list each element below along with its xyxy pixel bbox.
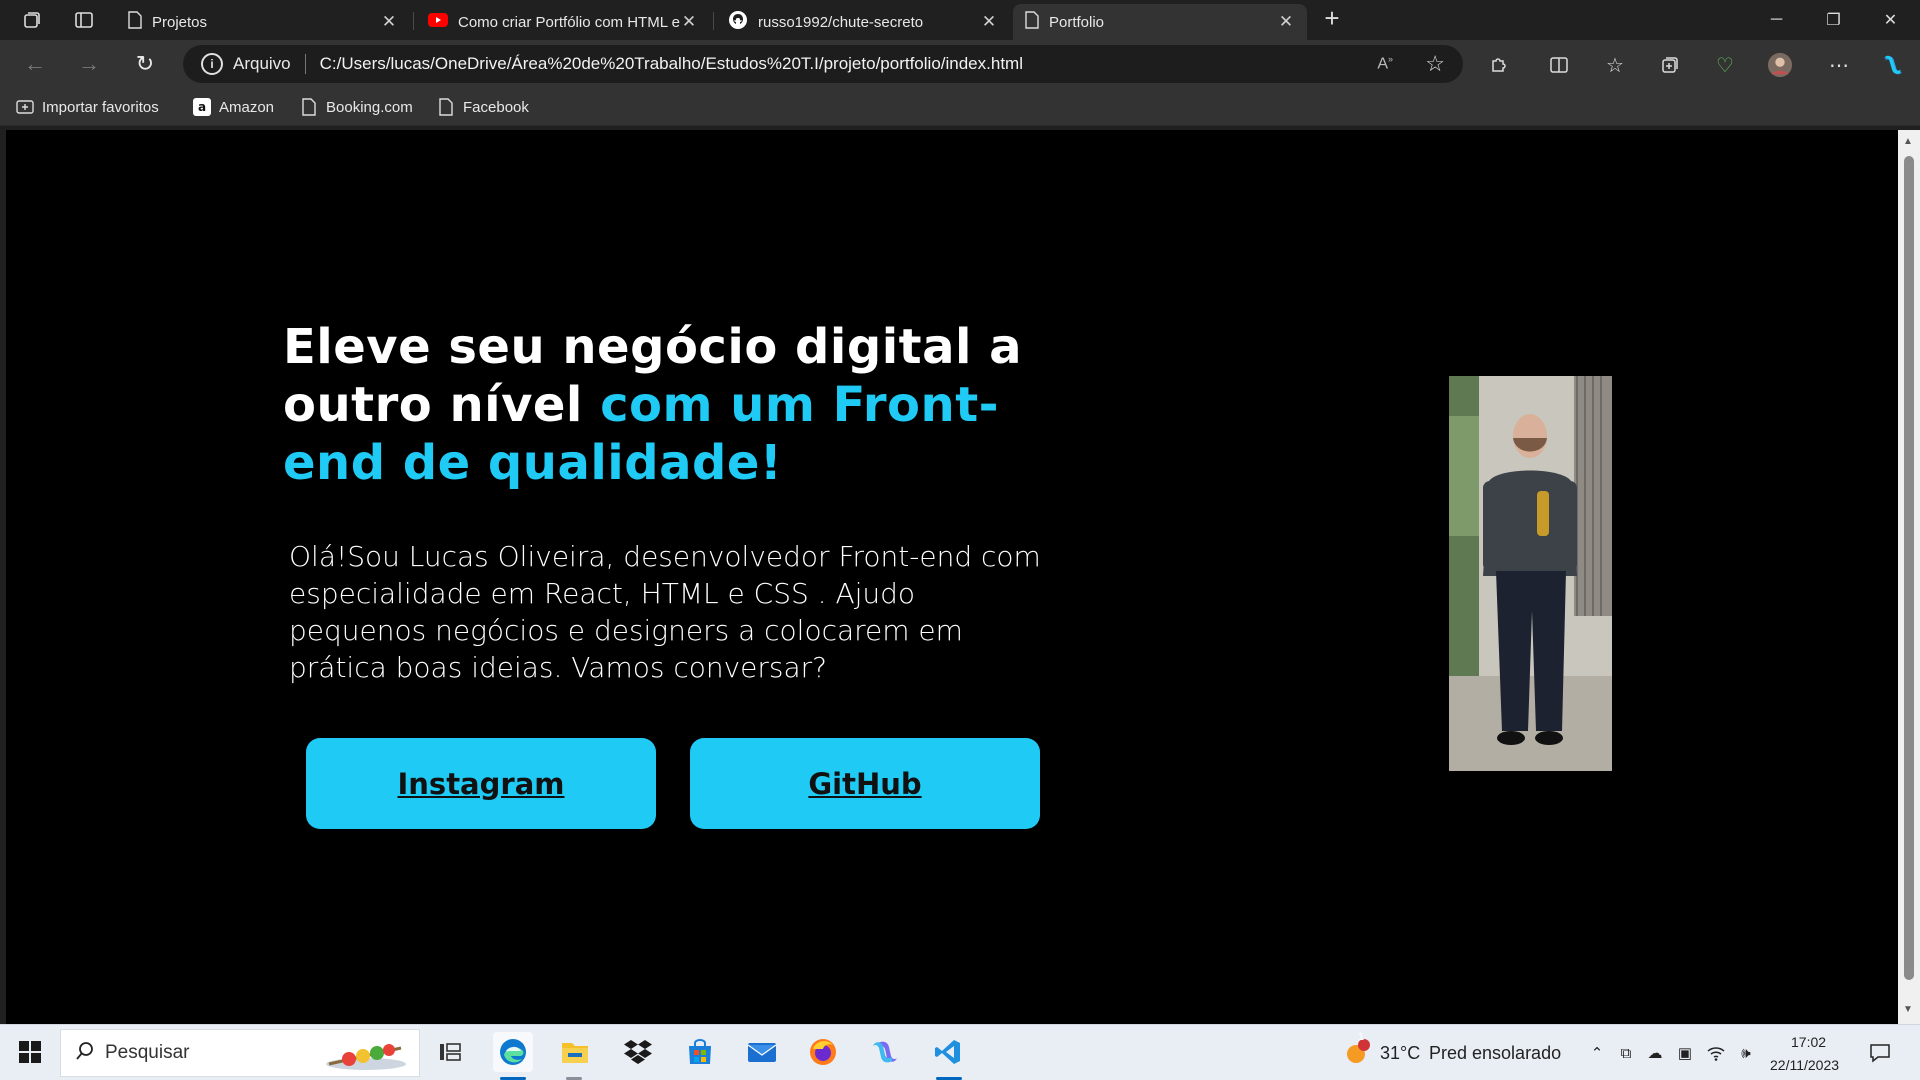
back-button[interactable]: ←: [18, 48, 52, 80]
microsoft-store-icon[interactable]: [680, 1032, 720, 1072]
favorite-label: Facebook: [463, 98, 529, 116]
close-tab-icon[interactable]: ✕: [980, 12, 998, 32]
scheme-label: Arquivo: [233, 54, 291, 73]
minimize-button[interactable]: ─: [1748, 0, 1805, 40]
favorite-label: Booking.com: [326, 98, 413, 116]
favorite-amazon[interactable]: a Amazon: [193, 96, 274, 118]
windows-taskbar: Pesquisar 1 31°C Pred ensolarado ⌃ ⧉ ☁ ▣…: [0, 1024, 1920, 1080]
extensions-icon[interactable]: [1486, 52, 1512, 78]
tab-divider: [413, 12, 414, 30]
close-tab-icon[interactable]: ✕: [380, 12, 398, 32]
weather-description[interactable]: Pred ensolarado: [1429, 1043, 1561, 1064]
weather-icon[interactable]: [1343, 1039, 1371, 1072]
amazon-icon: a: [193, 98, 211, 116]
volume-icon[interactable]: 🕪: [1736, 1043, 1756, 1063]
tab-label: Projetos: [152, 13, 208, 31]
page-icon: [128, 11, 142, 33]
forward-button[interactable]: →: [72, 48, 106, 80]
tab-label: Portfolio: [1049, 13, 1105, 31]
scroll-down-icon[interactable]: ▼: [1903, 1004, 1913, 1015]
workspaces-icon[interactable]: [20, 8, 44, 32]
scroll-up-icon[interactable]: ▲: [1903, 136, 1913, 147]
close-tab-icon[interactable]: ✕: [1277, 12, 1295, 32]
browser-toolbar: ← → ↻ i Arquivo C:/Users/lucas/OneDrive/…: [0, 40, 1920, 114]
browser-titlebar: Projetos ✕ Como criar Portfólio com HTML…: [0, 0, 1920, 40]
search-highlight-icon: [321, 1034, 411, 1079]
weather-temperature[interactable]: 31°C: [1380, 1043, 1420, 1064]
tab-youtube[interactable]: Como criar Portfólio com HTML e CSS ✕: [416, 4, 710, 40]
mail-icon[interactable]: [742, 1032, 782, 1072]
vscode-icon[interactable]: [928, 1032, 968, 1072]
profile-photo: [1449, 376, 1612, 771]
clock-time[interactable]: 17:02: [1791, 1034, 1826, 1050]
info-icon[interactable]: i: [201, 53, 223, 75]
task-view-icon[interactable]: [430, 1032, 470, 1072]
collections-icon[interactable]: [1657, 52, 1683, 78]
favorite-label: Importar favoritos: [42, 98, 159, 116]
tab-actions-icon[interactable]: [72, 8, 96, 32]
new-tab-button[interactable]: +: [1320, 3, 1344, 33]
profile-avatar[interactable]: [1767, 52, 1793, 78]
more-options-icon[interactable]: ⋯: [1826, 52, 1852, 78]
address-divider: [304, 54, 306, 74]
page-icon: [437, 98, 455, 116]
favorites-icon[interactable]: ☆: [1602, 52, 1628, 78]
dropbox-icon[interactable]: [618, 1032, 658, 1072]
meet-now-icon[interactable]: ⧉: [1616, 1043, 1636, 1063]
close-tab-icon[interactable]: ✕: [680, 12, 698, 32]
weather-alert-count: 1: [1358, 1031, 1365, 1043]
notifications-icon[interactable]: [1868, 1041, 1892, 1065]
tab-portfolio[interactable]: Portfolio ✕: [1013, 4, 1307, 40]
firefox-icon[interactable]: [803, 1032, 843, 1072]
browser-essentials-icon[interactable]: ♡: [1712, 52, 1738, 78]
tab-github[interactable]: russo1992/chute-secreto ✕: [716, 4, 1010, 40]
copilot-taskbar-icon[interactable]: [865, 1032, 905, 1072]
instagram-button[interactable]: Instagram: [306, 738, 656, 829]
favorite-import[interactable]: Importar favoritos: [16, 96, 159, 118]
search-placeholder: Pesquisar: [105, 1042, 190, 1063]
clock-date[interactable]: 22/11/2023: [1770, 1057, 1839, 1073]
import-icon: [16, 98, 34, 116]
wifi-icon[interactable]: [1706, 1043, 1726, 1063]
favorite-booking[interactable]: Booking.com: [300, 96, 413, 118]
edge-taskbar-icon[interactable]: [493, 1032, 533, 1072]
read-aloud-icon[interactable]: A»: [1377, 54, 1393, 73]
search-icon: [75, 1041, 95, 1066]
svg-text:a: a: [198, 100, 206, 114]
favorites-bar: Importar favoritos a Amazon Booking.com …: [0, 88, 1920, 203]
display-icon[interactable]: ▣: [1675, 1043, 1695, 1063]
favorite-label: Amazon: [219, 98, 275, 116]
scrollbar-thumb[interactable]: [1904, 156, 1914, 980]
tab-label: Como criar Portfólio com HTML e CSS: [458, 13, 680, 31]
file-explorer-icon[interactable]: [555, 1032, 595, 1072]
onedrive-icon[interactable]: ☁: [1645, 1043, 1665, 1063]
favorite-star-icon[interactable]: ☆: [1425, 51, 1445, 77]
hero-intro: Olá!Sou Lucas Oliveira, desenvolvedor Fr…: [289, 540, 1041, 684]
github-button[interactable]: GitHub: [690, 738, 1040, 829]
tab-label: russo1992/chute-secreto: [758, 13, 924, 31]
taskbar-search[interactable]: Pesquisar: [60, 1029, 420, 1077]
page-icon: [300, 98, 318, 116]
reload-button[interactable]: ↻: [128, 48, 162, 80]
youtube-icon: [428, 13, 448, 31]
tab-divider: [713, 12, 714, 30]
copilot-icon[interactable]: [1880, 52, 1906, 78]
start-button[interactable]: [10, 1032, 50, 1072]
tab-projetos[interactable]: Projetos ✕: [116, 4, 410, 40]
page-scrollbar[interactable]: ▲ ▼: [1898, 130, 1920, 1024]
url-text[interactable]: C:/Users/lucas/OneDrive/Área%20de%20Trab…: [320, 54, 1023, 74]
split-screen-icon[interactable]: [1546, 52, 1572, 78]
page-icon: [1025, 11, 1039, 33]
address-bar[interactable]: i Arquivo C:/Users/lucas/OneDrive/Área%2…: [183, 45, 1463, 83]
hero-title: Eleve seu negócio digital a outro nível …: [283, 318, 1083, 492]
close-window-button[interactable]: ✕: [1862, 0, 1919, 40]
show-hidden-icons[interactable]: ⌃: [1587, 1043, 1607, 1063]
restore-button[interactable]: ❐: [1805, 0, 1862, 40]
github-icon: [728, 10, 748, 34]
favorite-facebook[interactable]: Facebook: [437, 96, 529, 118]
